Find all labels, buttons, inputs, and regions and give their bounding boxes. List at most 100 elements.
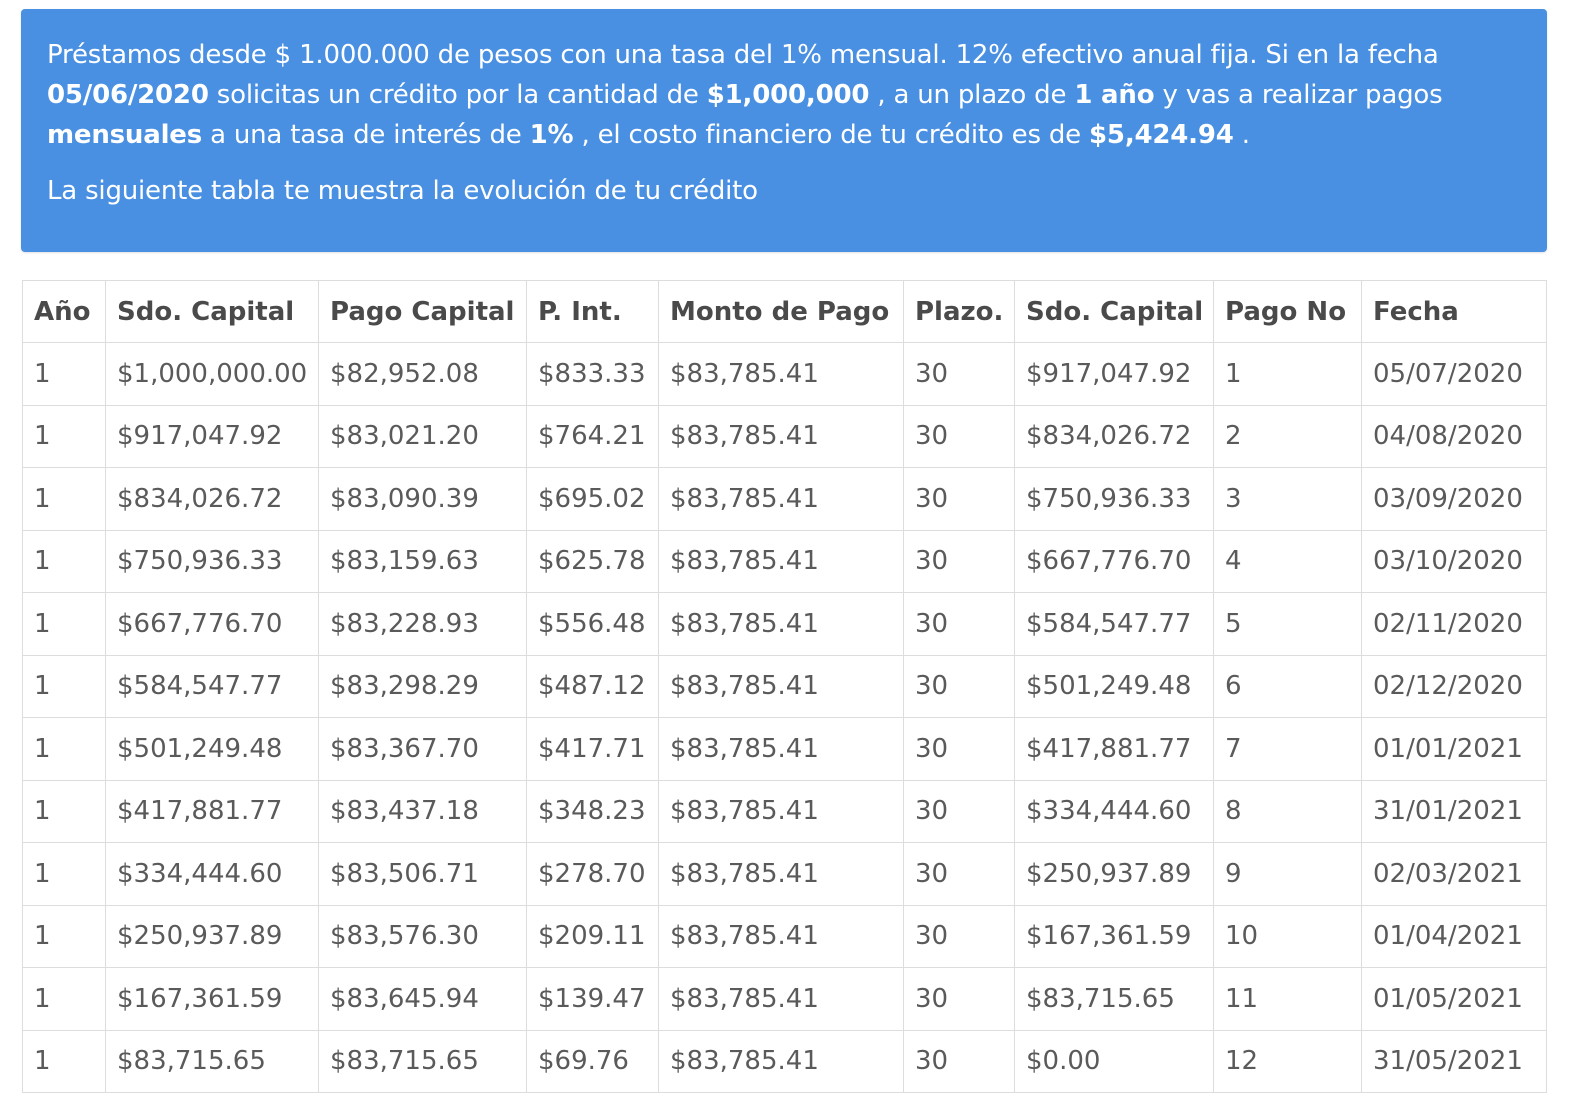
table-body: 1 $1,000,000.00 $82,952.08 $833.33 $83,785.4… [22,342,1547,1093]
cell-payment-amount: $83,785.41 [658,1029,904,1093]
table-row: 1 $250,937.89 $83,576.30 $209.11 $83,785.41 3… [22,904,1547,968]
column-header-capital-payment: Pago Capital [318,280,527,343]
cell-capital-payment: $83,367.70 [318,717,527,781]
cell-payment-amount: $83,785.41 [658,654,904,718]
cell-term: 30 [903,529,1015,593]
cell-payment-number: 5 [1213,592,1362,656]
cell-payment-amount: $83,785.41 [658,404,904,468]
summary-text-rate-lead: a una tasa de interés de [202,120,530,150]
table-row: 1 $83,715.65 $83,715.65 $69.76 $83,785.41 30 $… [22,1029,1547,1093]
cell-remaining-balance: $417,881.77 [1014,717,1214,781]
cell-remaining-balance: $83,715.65 [1014,967,1214,1031]
cell-date: 02/11/2020 [1361,592,1547,656]
cell-term: 30 [903,779,1015,843]
loan-date: 05/06/2020 [47,80,209,110]
cell-date: 01/01/2021 [1361,717,1547,781]
cell-payment-amount: $83,785.41 [658,779,904,843]
cell-payment-amount: $83,785.41 [658,592,904,656]
summary-intro-text: Préstamos desde $ 1.000.000 de pesos con… [47,40,1439,70]
cell-interest: $833.33 [526,342,659,406]
cell-year: 1 [22,592,106,656]
cell-capital-payment: $83,298.29 [318,654,527,718]
cell-capital-payment: $83,506.71 [318,842,527,906]
summary-text-term-lead: , a un plazo de [869,80,1075,110]
payment-frequency: mensuales [47,120,202,150]
cell-term: 30 [903,404,1015,468]
cell-capital-payment: $83,159.63 [318,529,527,593]
cell-interest: $625.78 [526,529,659,593]
summary-text-end: . [1233,120,1250,150]
cell-capital-balance: $917,047.92 [105,404,319,468]
cell-term: 30 [903,842,1015,906]
column-header-year: Año [22,280,106,343]
cell-interest: $417.71 [526,717,659,781]
cell-payment-number: 11 [1213,967,1362,1031]
cell-year: 1 [22,842,106,906]
table-row: 1 $584,547.77 $83,298.29 $487.12 $83,785.41 3… [22,654,1547,718]
cell-capital-balance: $250,937.89 [105,904,319,968]
cell-capital-payment: $82,952.08 [318,342,527,406]
cell-term: 30 [903,717,1015,781]
cell-year: 1 [22,342,106,406]
cell-date: 01/05/2021 [1361,967,1547,1031]
cell-payment-number: 8 [1213,779,1362,843]
cell-remaining-balance: $750,936.33 [1014,467,1214,531]
cell-payment-amount: $83,785.41 [658,717,904,781]
cell-remaining-balance: $334,444.60 [1014,779,1214,843]
summary-text-cost-lead: , el costo financiero de tu crédito es d… [573,120,1090,150]
column-header-payment-number: Pago No [1213,280,1362,343]
cell-term: 30 [903,654,1015,718]
cell-payment-amount: $83,785.41 [658,967,904,1031]
cell-payment-number: 6 [1213,654,1362,718]
cell-payment-number: 3 [1213,467,1362,531]
cell-date: 02/12/2020 [1361,654,1547,718]
cell-payment-amount: $83,785.41 [658,529,904,593]
cell-term: 30 [903,342,1015,406]
summary-text-amount-lead: solicitas un crédito por la cantidad de [208,80,707,110]
loan-summary-text: Préstamos desde $ 1.000.000 de pesos con… [47,35,1521,155]
cell-interest: $278.70 [526,842,659,906]
table-row: 1 $750,936.33 $83,159.63 $625.78 $83,785.41 3… [22,529,1547,593]
cell-capital-payment: $83,021.20 [318,404,527,468]
cell-capital-payment: $83,645.94 [318,967,527,1031]
loan-amount: $1,000,000 [706,80,870,110]
cell-capital-balance: $501,249.48 [105,717,319,781]
cell-capital-payment: $83,576.30 [318,904,527,968]
cell-capital-balance: $417,881.77 [105,779,319,843]
cell-date: 03/09/2020 [1361,467,1547,531]
cell-payment-amount: $83,785.41 [658,342,904,406]
cell-remaining-balance: $584,547.77 [1014,592,1214,656]
table-row: 1 $667,776.70 $83,228.93 $556.48 $83,785.41 3… [22,592,1547,656]
cell-capital-balance: $167,361.59 [105,967,319,1031]
column-header-interest: P. Int. [526,280,659,343]
cell-interest: $487.12 [526,654,659,718]
cell-interest: $348.23 [526,779,659,843]
cell-capital-balance: $667,776.70 [105,592,319,656]
table-row: 1 $501,249.48 $83,367.70 $417.71 $83,785.41 3… [22,717,1547,781]
cell-interest: $139.47 [526,967,659,1031]
column-header-payment-amount: Monto de Pago [658,280,904,343]
cell-payment-number: 1 [1213,342,1362,406]
table-row: 1 $167,361.59 $83,645.94 $139.47 $83,785.41 3… [22,967,1547,1031]
table-header: Año Sdo. Capital Pago Capital P. Int. Mo… [22,280,1547,343]
cell-payment-amount: $83,785.41 [658,904,904,968]
cell-capital-balance: $584,547.77 [105,654,319,718]
cell-term: 30 [903,467,1015,531]
cell-payment-amount: $83,785.41 [658,842,904,906]
cell-capital-payment: $83,437.18 [318,779,527,843]
cell-remaining-balance: $917,047.92 [1014,342,1214,406]
table-row: 1 $917,047.92 $83,021.20 $764.21 $83,785.41 3… [22,404,1547,468]
table-row: 1 $417,881.77 $83,437.18 $348.23 $83,785.41 3… [22,779,1547,843]
cell-capital-balance: $83,715.65 [105,1029,319,1093]
cell-year: 1 [22,404,106,468]
header-row: Año Sdo. Capital Pago Capital P. Int. Mo… [22,280,1547,343]
cell-capital-balance: $1,000,000.00 [105,342,319,406]
cell-date: 01/04/2021 [1361,904,1547,968]
cell-remaining-balance: $501,249.48 [1014,654,1214,718]
cell-date: 02/03/2021 [1361,842,1547,906]
cell-remaining-balance: $167,361.59 [1014,904,1214,968]
column-header-date: Fecha [1361,280,1547,343]
column-header-term: Plazo. [903,280,1015,343]
cell-year: 1 [22,654,106,718]
cell-payment-number: 9 [1213,842,1362,906]
